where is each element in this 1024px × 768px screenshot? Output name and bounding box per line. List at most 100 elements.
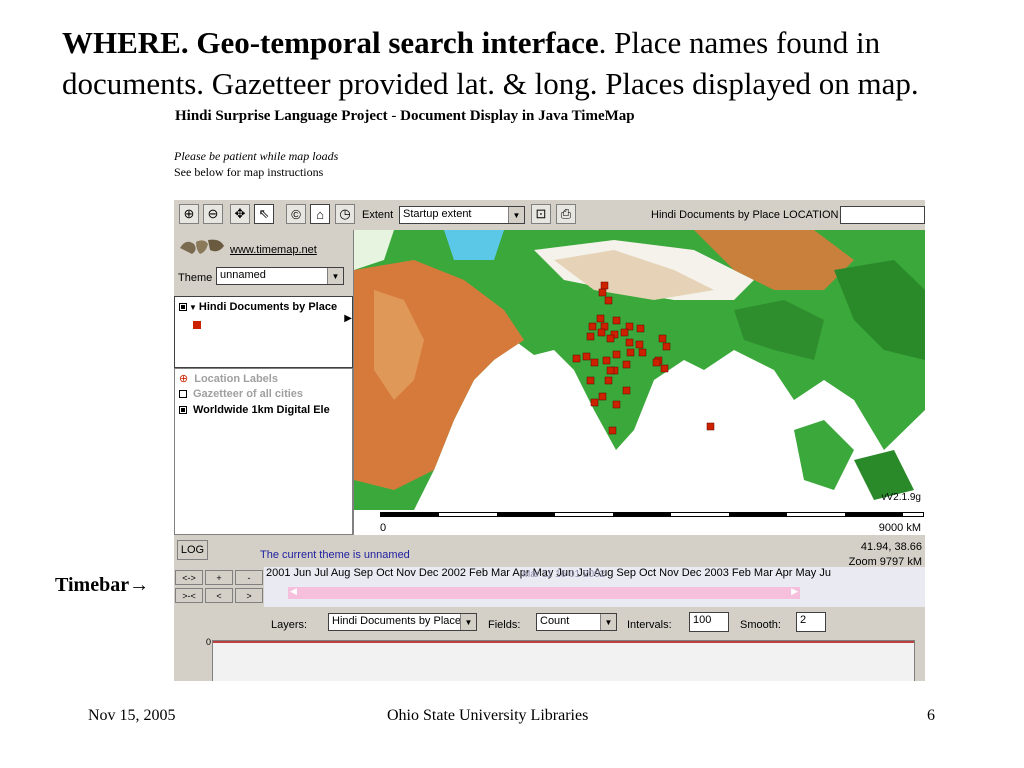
document-marker[interactable] [600,281,609,290]
timebar-callout-text: Timebar [55,574,130,596]
time-range-slider[interactable]: ◀ ▶ [288,586,800,599]
document-marker[interactable] [706,422,715,431]
map-view[interactable]: vV2.1.9g [354,230,925,510]
document-marker[interactable] [597,328,606,337]
document-marker[interactable] [586,332,595,341]
document-marker[interactable] [626,348,635,357]
select-glyph: ⇖ [258,206,270,221]
document-marker[interactable] [586,376,595,385]
document-marker[interactable] [596,314,605,323]
histogram-graph[interactable] [212,640,915,681]
layers-select[interactable]: Hindi Documents by Place ▼ [328,613,477,631]
layer-location-labels[interactable]: ⊕ Location Labels [179,372,278,385]
step-back-button[interactable]: < [205,588,233,603]
timebar[interactable]: 2001 Jun Jul Aug Sep Oct Nov Dec 2002 Fe… [264,567,925,607]
document-marker[interactable] [636,324,645,333]
checkbox-on-icon[interactable] [179,406,187,414]
location-label: Hindi Documents by Place LOCATION [651,209,839,221]
coords-readout: 41.94, 38.66 [860,541,922,553]
select-arrow-icon[interactable]: ⇖ [254,204,274,224]
zoom-in-icon[interactable]: ⊕ [179,204,199,224]
fields-select[interactable]: Count ▼ [536,613,617,631]
theme-value: unnamed [220,269,266,281]
document-marker[interactable] [622,386,631,395]
document-marker[interactable] [622,360,631,369]
log-button[interactable]: LOG [177,540,208,560]
target-icon: ⊕ [179,373,189,385]
document-marker[interactable] [604,376,613,385]
document-marker[interactable] [604,296,613,305]
timemap-link[interactable]: www.timemap.net [230,244,317,256]
document-marker[interactable] [588,322,597,331]
slider-left-handle-icon[interactable]: ◀ [290,586,297,597]
legend-panel: ▼ Hindi Documents by Place ▶ [174,296,353,368]
tag-icon[interactable]: ⌂ [310,204,330,224]
document-marker[interactable] [598,288,607,297]
location-input[interactable] [840,206,925,224]
document-marker[interactable] [662,342,671,351]
bottom-panel: LOG The current theme is unnamed 41.94, … [174,535,925,681]
legend-layer-title[interactable]: ▼ Hindi Documents by Place [179,301,337,313]
document-marker[interactable] [612,350,621,359]
smooth-input[interactable]: 2 [796,612,826,632]
document-marker[interactable] [590,398,599,407]
document-marker[interactable] [638,348,647,357]
map-version: vV2.1.9g [881,492,921,503]
scale-end: 9000 kM [878,522,921,534]
theme-select[interactable]: unnamed ▼ [216,267,344,285]
document-marker[interactable] [612,316,621,325]
extent-select[interactable]: Startup extent ▼ [399,206,525,224]
map-svg[interactable] [354,230,925,510]
fields-value: Count [540,615,570,627]
document-marker[interactable] [608,426,617,435]
graph-line [213,641,914,643]
zoom-out-icon[interactable]: ⊖ [203,204,223,224]
expand-time-button[interactable]: <-> [175,570,203,585]
marker-symbol-icon [193,321,201,329]
chevron-down-icon: ▼ [327,268,343,284]
page-title-part1: Hindi Surprise Language Project [175,108,388,124]
document-marker[interactable] [658,334,667,343]
pan-icon[interactable]: ✥ [230,204,250,224]
document-marker[interactable] [606,334,615,343]
expand-triangle-icon[interactable]: ▼ [189,303,197,312]
layer-worldwide-elevation[interactable]: Worldwide 1km Digital Ele [179,404,330,416]
document-marker[interactable] [620,328,629,337]
intervals-input[interactable]: 100 [689,612,729,632]
document-marker[interactable] [572,354,581,363]
document-marker[interactable] [602,356,611,365]
layer-label: Location Labels [194,373,278,385]
document-marker[interactable] [598,392,607,401]
scroll-right-icon[interactable]: ▶ [344,313,352,324]
checkbox-off-icon[interactable] [179,390,187,398]
zoom-time-in-button[interactable]: + [205,570,233,585]
print-icon[interactable]: ⎙ [556,204,576,224]
zoom-to-extent-icon[interactable]: ⊡ [531,204,551,224]
footer-date: Nov 15, 2005 [88,707,176,724]
document-marker[interactable] [606,366,615,375]
contract-time-button[interactable]: >-< [175,588,203,603]
document-marker[interactable] [612,400,621,409]
legend-title-text: Hindi Documents by Place [198,301,338,313]
theme-label: Theme [178,272,213,284]
graph-axis-zero: 0 [206,637,212,647]
document-marker[interactable] [660,364,669,373]
copyright-icon[interactable]: © [286,204,306,224]
document-marker[interactable] [652,358,661,367]
checkbox-on-icon[interactable] [179,303,187,311]
chevron-down-icon: ▼ [600,614,616,630]
document-marker[interactable] [635,340,644,349]
clock-icon[interactable]: ◷ [335,204,355,224]
document-marker[interactable] [582,352,591,361]
chevron-down-icon: ▼ [460,614,476,630]
zoom-time-out-button[interactable]: - [235,570,263,585]
slider-right-handle-icon[interactable]: ▶ [791,586,798,597]
arrow-right-icon: → [129,574,150,596]
document-marker[interactable] [625,338,634,347]
page-title-sep: - [387,108,401,124]
footer-page-number: 6 [927,707,935,724]
step-forward-button[interactable]: > [235,588,263,603]
layer-gazetteer[interactable]: Gazetteer of all cities [179,388,303,400]
document-marker[interactable] [590,358,599,367]
page-title-part2: Document Display in Java TimeMap [400,108,635,124]
